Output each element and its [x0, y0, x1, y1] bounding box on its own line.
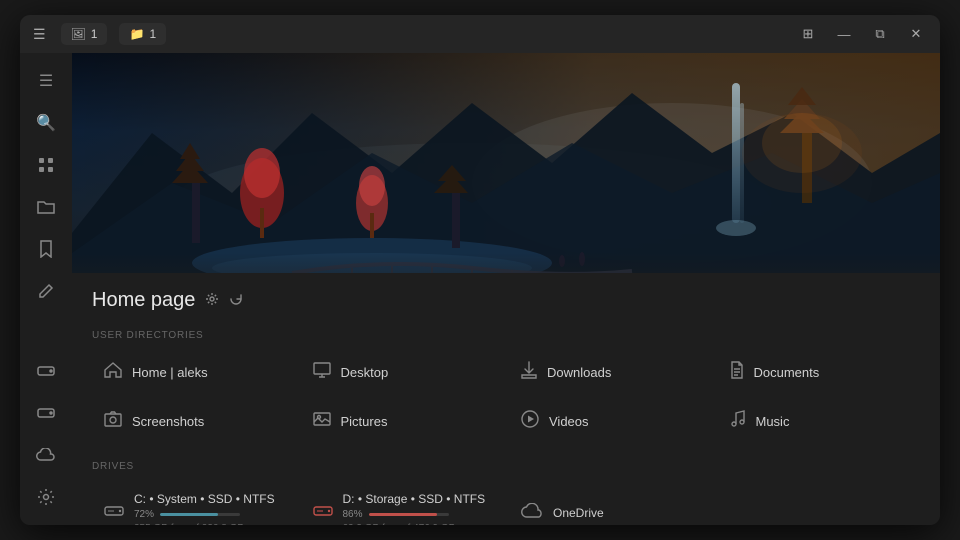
- desktop-icon: [313, 362, 331, 383]
- grid-button[interactable]: ⊞: [794, 20, 822, 48]
- onedrive-info: OneDrive: [553, 506, 604, 520]
- drive-c-info: C: • System • SSD • NTFS 72% 255 GB free…: [134, 492, 275, 525]
- sidebar-bookmark-icon[interactable]: [28, 231, 64, 267]
- user-directories-label: USER DIRECTORIES: [92, 330, 920, 341]
- dir-screenshots[interactable]: Screenshots: [92, 400, 295, 443]
- screenshots-icon: [104, 411, 122, 432]
- drive-c-pct: 72%: [134, 509, 154, 520]
- drive-c-bar-bg: [160, 513, 240, 516]
- onedrive-item[interactable]: OneDrive: [509, 482, 712, 525]
- drive-d-size: 62.3 GB free of 476.9 GB: [343, 523, 486, 525]
- drive-c-bar-row: 72%: [134, 509, 275, 520]
- titlebar-left: ☰ 🖼 1 📁 1: [30, 23, 166, 46]
- drive-c-icon: [104, 502, 124, 525]
- dir-downloads[interactable]: Downloads: [509, 351, 712, 394]
- drive-c-bar-fill: [160, 513, 218, 516]
- tab1-count: 1: [91, 27, 98, 41]
- page-content: Home page USER DI: [72, 273, 940, 525]
- page-settings-icon[interactable]: [205, 292, 219, 309]
- dir-desktop[interactable]: Desktop: [301, 351, 504, 394]
- drives-grid: C: • System • SSD • NTFS 72% 255 GB free…: [92, 482, 920, 525]
- drive-d-bar-bg: [369, 513, 449, 516]
- tab-1[interactable]: 🖼 1: [61, 23, 108, 45]
- sidebar: ☰ 🔍: [20, 53, 72, 525]
- titlebar-right: ⊞ — ⧉ ✕: [794, 20, 930, 48]
- sidebar-apps-icon[interactable]: [28, 147, 64, 183]
- drives-label: DRIVES: [92, 461, 920, 472]
- dir-music[interactable]: Music: [718, 400, 921, 443]
- dir-pictures[interactable]: Pictures: [301, 400, 504, 443]
- dir-screenshots-name: Screenshots: [132, 414, 204, 429]
- drive-d-icon: [313, 502, 333, 525]
- dir-home-name: Home | aleks: [132, 365, 208, 380]
- sidebar-settings-icon[interactable]: [28, 479, 64, 515]
- drive-c-item[interactable]: C: • System • SSD • NTFS 72% 255 GB free…: [92, 482, 295, 525]
- content-area: Home page USER DI: [72, 53, 940, 525]
- pictures-icon: [313, 411, 331, 432]
- drive-c-size: 255 GB free of 930.8 GB: [134, 523, 275, 525]
- tab2-icon: 📁: [129, 27, 144, 41]
- sidebar-folder-icon[interactable]: [28, 189, 64, 225]
- page-title: Home page: [92, 289, 195, 312]
- music-icon: [730, 410, 746, 433]
- minimize-button[interactable]: —: [830, 20, 858, 48]
- sidebar-drive1-icon[interactable]: [28, 353, 64, 389]
- drive-d-item[interactable]: D: • Storage • SSD • NTFS 86% 62.3 GB fr…: [301, 482, 504, 525]
- dir-pictures-name: Pictures: [341, 414, 388, 429]
- main-area: ☰ 🔍: [20, 53, 940, 525]
- documents-icon: [730, 361, 744, 384]
- dir-downloads-name: Downloads: [547, 365, 611, 380]
- sidebar-menu-icon[interactable]: ☰: [28, 63, 64, 99]
- tab2-count: 1: [149, 27, 156, 41]
- tab1-icon: 🖼: [71, 27, 86, 41]
- home-icon: [104, 362, 122, 383]
- page-refresh-icon[interactable]: [229, 292, 243, 309]
- dir-documents[interactable]: Documents: [718, 351, 921, 394]
- drive-d-bar-row: 86%: [343, 509, 486, 520]
- drive-c-name: C: • System • SSD • NTFS: [134, 492, 275, 506]
- onedrive-name: OneDrive: [553, 506, 604, 520]
- dir-music-name: Music: [756, 414, 790, 429]
- app-window: ☰ 🖼 1 📁 1 ⊞ — ⧉ ✕ ☰ 🔍: [20, 15, 940, 525]
- sidebar-search-icon[interactable]: 🔍: [28, 105, 64, 141]
- sidebar-bottom: [28, 353, 64, 515]
- dir-videos-name: Videos: [549, 414, 589, 429]
- onedrive-icon: [521, 503, 543, 524]
- titlebar: ☰ 🖼 1 📁 1 ⊞ — ⧉ ✕: [20, 15, 940, 53]
- dir-desktop-name: Desktop: [341, 365, 389, 380]
- dir-home[interactable]: Home | aleks: [92, 351, 295, 394]
- videos-icon: [521, 410, 539, 433]
- user-directories-grid: Home | aleks Desktop: [92, 351, 920, 443]
- drive-d-bar-fill: [369, 513, 438, 516]
- drive-d-name: D: • Storage • SSD • NTFS: [343, 492, 486, 506]
- page-title-row: Home page: [92, 289, 920, 312]
- dir-videos[interactable]: Videos: [509, 400, 712, 443]
- drive-d-info: D: • Storage • SSD • NTFS 86% 62.3 GB fr…: [343, 492, 486, 525]
- dir-documents-name: Documents: [754, 365, 820, 380]
- drive-d-pct: 86%: [343, 509, 363, 520]
- close-button[interactable]: ✕: [902, 20, 930, 48]
- downloads-icon: [521, 361, 537, 384]
- tab-2[interactable]: 📁 1: [119, 23, 166, 45]
- menu-icon[interactable]: ☰: [30, 23, 49, 46]
- sidebar-cloud-icon[interactable]: [28, 437, 64, 473]
- sidebar-edit-icon[interactable]: [28, 273, 64, 309]
- sidebar-drive2-icon[interactable]: [28, 395, 64, 431]
- restore-button[interactable]: ⧉: [866, 20, 894, 48]
